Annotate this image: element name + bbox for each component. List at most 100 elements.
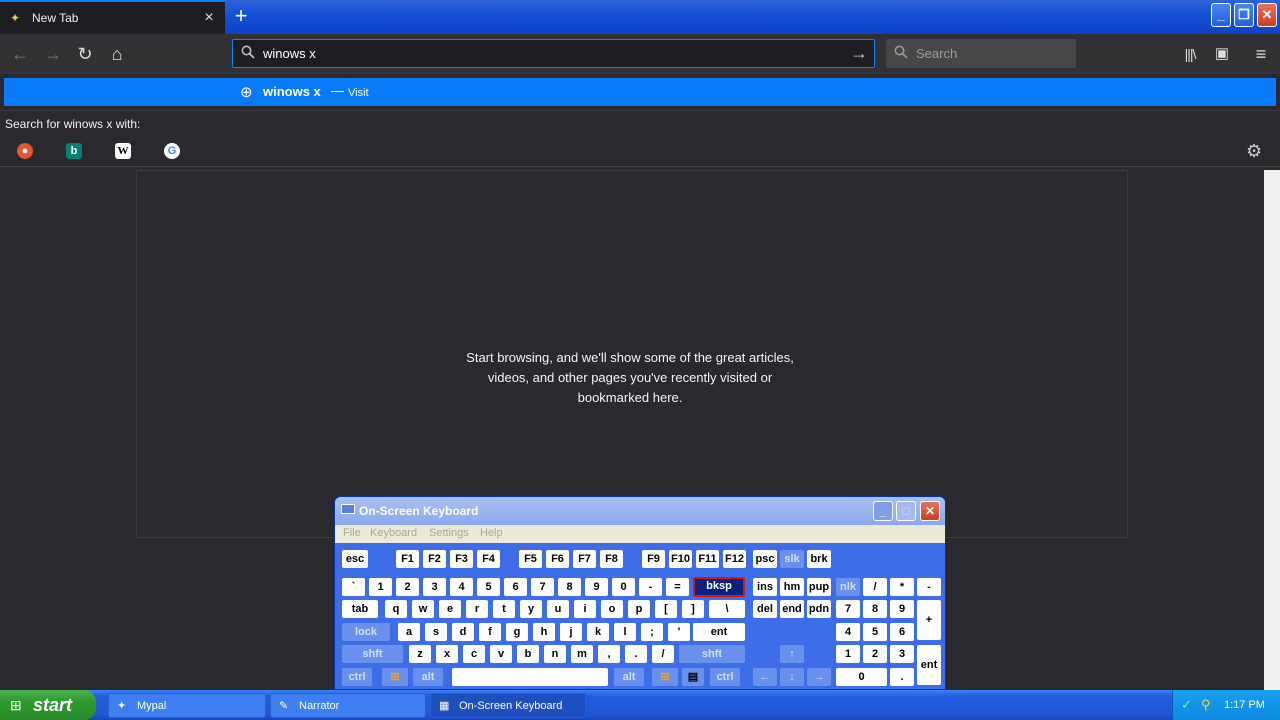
key-f[interactable]: f — [479, 623, 501, 641]
key-alt-left[interactable]: alt — [413, 668, 443, 686]
key-esc[interactable]: esc — [342, 550, 368, 568]
home-icon[interactable]: ⌂ — [104, 42, 130, 66]
key-7[interactable]: 7 — [531, 578, 554, 596]
key-arrow-left[interactable]: ← — [753, 668, 777, 686]
key-shift-left[interactable]: shft — [342, 645, 403, 663]
key-enter[interactable]: ent — [693, 623, 745, 641]
key-win-left[interactable]: ⊞ — [382, 668, 408, 686]
key-num-4[interactable]: 4 — [836, 623, 860, 641]
key-t[interactable]: t — [493, 600, 515, 618]
url-input[interactable]: winows x — [263, 46, 844, 61]
key-win-right[interactable]: ⊞ — [652, 668, 678, 686]
key-ctrl-left[interactable]: ctrl — [342, 668, 372, 686]
key-num-divide[interactable]: / — [863, 578, 887, 596]
search-bar[interactable]: Search — [886, 39, 1076, 68]
new-tab-button[interactable]: + — [229, 5, 253, 29]
magnifier-icon[interactable]: ⚲ — [1201, 697, 1211, 713]
key-end[interactable]: end — [780, 600, 804, 618]
bing-icon[interactable]: b — [66, 143, 82, 159]
key-w[interactable]: w — [412, 600, 434, 618]
key-backslash[interactable]: \ — [709, 600, 745, 618]
key-f12[interactable]: F12 — [723, 550, 746, 568]
task-on-screen-keyboard[interactable]: ▦ On-Screen Keyboard — [430, 693, 586, 718]
key-pdn[interactable]: pdn — [807, 600, 831, 618]
key-m[interactable]: m — [571, 645, 593, 663]
key-1[interactable]: 1 — [369, 578, 392, 596]
key-o[interactable]: o — [601, 600, 623, 618]
key-j[interactable]: j — [560, 623, 582, 641]
key-num-9[interactable]: 9 — [890, 600, 914, 618]
key-f2[interactable]: F2 — [423, 550, 446, 568]
key-comma[interactable]: , — [598, 645, 620, 663]
key-k[interactable]: k — [587, 623, 609, 641]
key-quote[interactable]: ' — [668, 623, 690, 641]
osk-title-bar[interactable]: On-Screen Keyboard _ □ ✕ — [335, 497, 945, 525]
key-f8[interactable]: F8 — [600, 550, 623, 568]
key-slk[interactable]: slk — [780, 550, 804, 568]
key-4[interactable]: 4 — [450, 578, 473, 596]
key-3[interactable]: 3 — [423, 578, 446, 596]
key-f7[interactable]: F7 — [573, 550, 596, 568]
key-bksp[interactable]: bksp — [693, 577, 745, 597]
key-num-6[interactable]: 6 — [890, 623, 914, 641]
menu-file[interactable]: File — [343, 527, 361, 539]
key-d[interactable]: d — [452, 623, 474, 641]
key-x[interactable]: x — [436, 645, 458, 663]
key-shift-right[interactable]: shft — [679, 645, 745, 663]
menu-keyboard[interactable]: Keyboard — [370, 527, 417, 539]
key-f10[interactable]: F10 — [669, 550, 692, 568]
duckduckgo-icon[interactable]: ● — [17, 143, 33, 159]
task-mypal[interactable]: ✦ Mypal — [108, 693, 266, 718]
key-slash[interactable]: / — [652, 645, 674, 663]
url-suggestion-row[interactable]: ⊕ winows x — Visit — [4, 78, 1276, 106]
url-bar[interactable]: winows x → — [232, 39, 875, 68]
key-num-3[interactable]: 3 — [890, 645, 914, 663]
gear-icon[interactable]: ⚙ — [1246, 141, 1262, 162]
key-h[interactable]: h — [533, 623, 555, 641]
key-n[interactable]: n — [544, 645, 566, 663]
restore-button[interactable]: ❐ — [1234, 3, 1254, 27]
key-num-5[interactable]: 5 — [863, 623, 887, 641]
key-f6[interactable]: F6 — [546, 550, 569, 568]
key-num-decimal[interactable]: . — [890, 668, 914, 686]
key-rbracket[interactable]: ] — [682, 600, 704, 618]
key-arrow-right[interactable]: → — [807, 668, 831, 686]
key-num-add[interactable]: + — [917, 600, 941, 640]
key-2[interactable]: 2 — [396, 578, 419, 596]
library-icon[interactable]: |||\ — [1177, 42, 1203, 66]
key-apps[interactable]: ▤ — [682, 668, 704, 686]
key-z[interactable]: z — [409, 645, 431, 663]
menu-icon[interactable]: ≡ — [1248, 42, 1274, 66]
key-s[interactable]: s — [425, 623, 447, 641]
forward-icon[interactable]: → — [40, 42, 66, 66]
sidebar-icon[interactable]: ▣ — [1209, 42, 1235, 66]
key-backtick[interactable]: ` — [342, 578, 365, 596]
key-r[interactable]: r — [466, 600, 488, 618]
google-icon[interactable]: G — [164, 143, 180, 159]
key-alt-right[interactable]: alt — [614, 668, 644, 686]
key-semicolon[interactable]: ; — [641, 623, 663, 641]
key-capslock[interactable]: lock — [342, 623, 390, 641]
key-num-7[interactable]: 7 — [836, 600, 860, 618]
wikipedia-icon[interactable]: W — [115, 143, 131, 159]
key-l[interactable]: l — [614, 623, 636, 641]
key-f1[interactable]: F1 — [396, 550, 419, 568]
key-g[interactable]: g — [506, 623, 528, 641]
key-5[interactable]: 5 — [477, 578, 500, 596]
key-q[interactable]: q — [385, 600, 407, 618]
key-8[interactable]: 8 — [558, 578, 581, 596]
back-icon[interactable]: ← — [7, 42, 33, 66]
key-a[interactable]: a — [398, 623, 420, 641]
key-num-8[interactable]: 8 — [863, 600, 887, 618]
minimize-button[interactable]: _ — [1211, 3, 1231, 27]
key-num-1[interactable]: 1 — [836, 645, 860, 663]
key-6[interactable]: 6 — [504, 578, 527, 596]
key-0[interactable]: 0 — [612, 578, 635, 596]
key-9[interactable]: 9 — [585, 578, 608, 596]
key-arrow-down[interactable]: ↓ — [780, 668, 804, 686]
key-f5[interactable]: F5 — [519, 550, 542, 568]
key-f9[interactable]: F9 — [642, 550, 665, 568]
key-e[interactable]: e — [439, 600, 461, 618]
key-num-2[interactable]: 2 — [863, 645, 887, 663]
close-button[interactable]: ✕ — [1257, 3, 1277, 27]
